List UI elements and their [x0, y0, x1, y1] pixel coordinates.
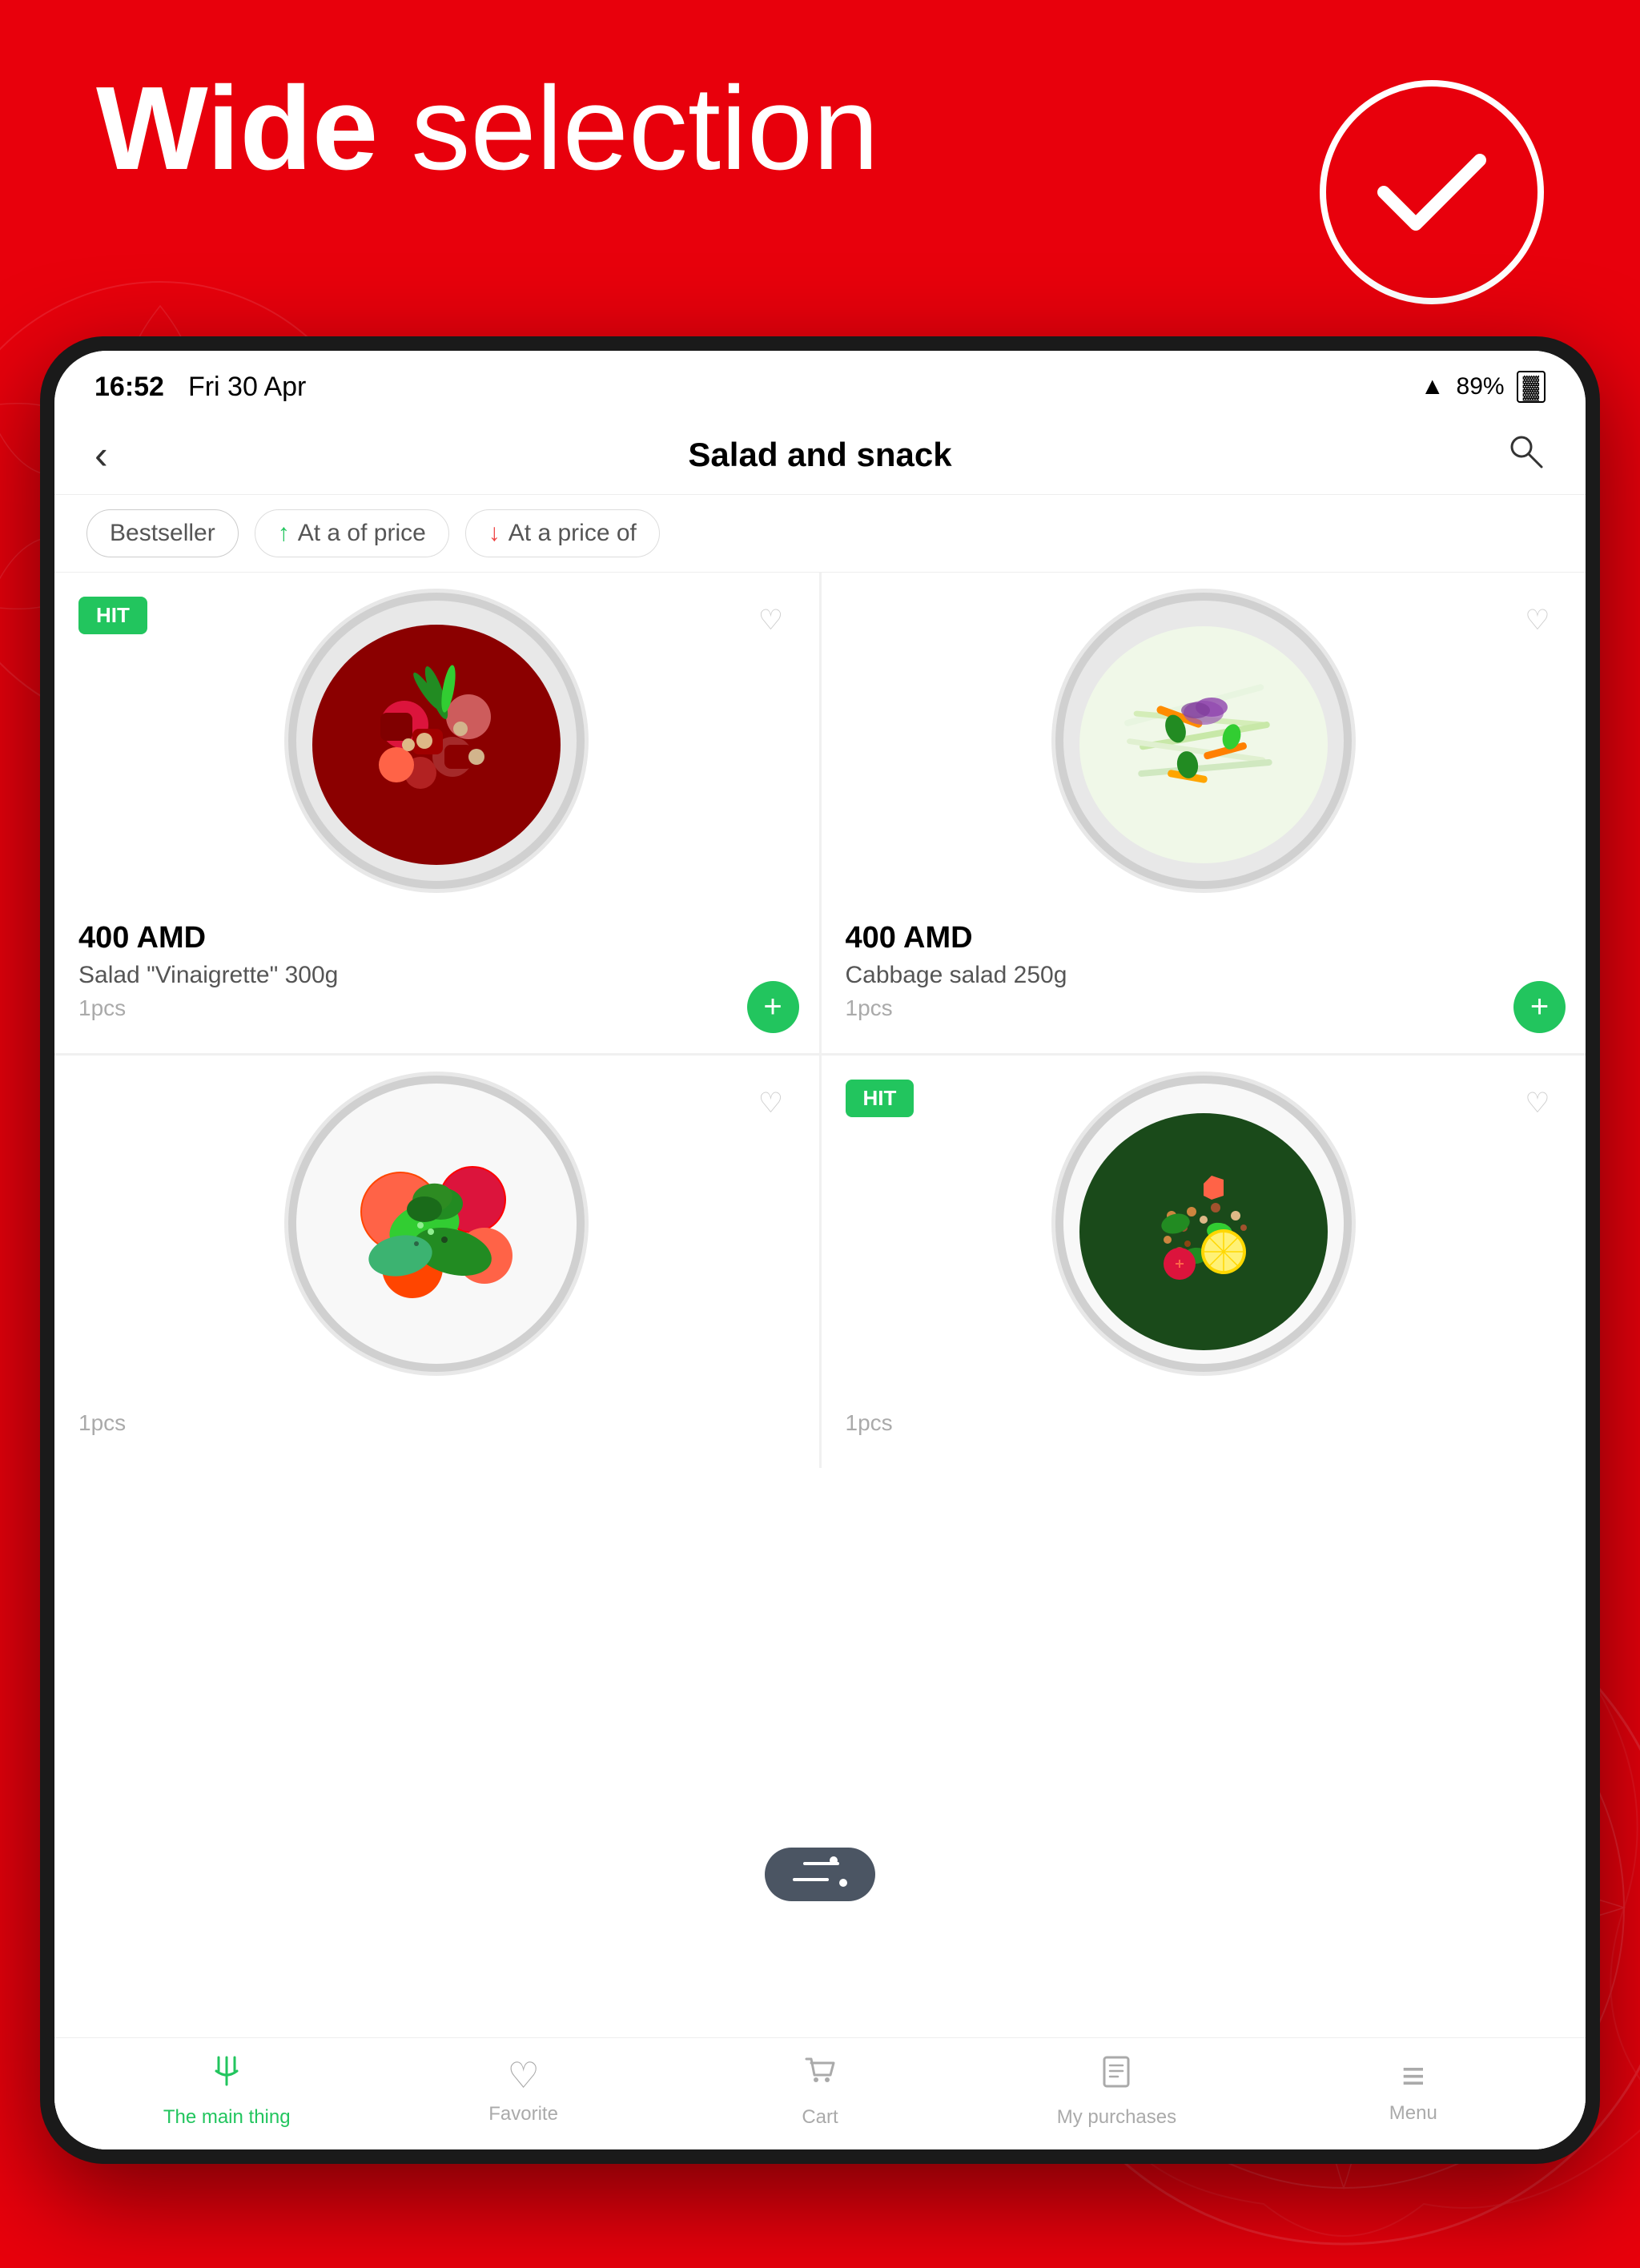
product-info: 400 AMD Salad "Vinaigrette" 300g 1pcs — [54, 909, 819, 1029]
filter-bestseller[interactable]: Bestseller — [86, 509, 239, 557]
tab-cart-label: Cart — [802, 2106, 838, 2129]
status-time: 16:52 — [94, 372, 164, 403]
page-title: Wide selection — [96, 64, 878, 195]
tab-purchases[interactable]: My purchases — [968, 2051, 1264, 2129]
filter-label: Bestseller — [110, 520, 215, 547]
filter-price-asc[interactable]: ↑ At a of price — [255, 509, 449, 557]
product-card: HIT ♡ — [822, 1056, 1586, 1468]
product-card: HIT ♡ — [54, 573, 819, 1053]
product-qty: 1pcs — [78, 1410, 795, 1436]
product-image-container: HIT ♡ — [822, 1056, 1586, 1392]
purchases-icon — [1096, 2051, 1136, 2100]
product-name: Cabbage salad 250g — [846, 962, 1562, 989]
favorite-button[interactable]: ♡ — [1509, 593, 1566, 649]
hit-badge: HIT — [846, 1080, 914, 1117]
status-bar: 16:52 Fri 30 Apr ▲ 89% ▓ — [54, 351, 1586, 415]
product-name: Salad "Vinaigrette" 300g — [78, 962, 795, 989]
product-image — [1051, 1072, 1356, 1376]
add-to-cart-button[interactable]: + — [1513, 981, 1566, 1033]
filter-bar: Bestseller ↑ At a of price ↓ At a price … — [54, 495, 1586, 573]
device-screen: 16:52 Fri 30 Apr ▲ 89% ▓ ‹ Salad and sna… — [54, 351, 1586, 2149]
product-info: 400 AMD Cabbage salad 250g 1pcs — [822, 909, 1586, 1029]
cart-icon — [800, 2051, 840, 2100]
arrow-up-icon: ↑ — [278, 520, 290, 547]
tab-purchases-label: My purchases — [1057, 2106, 1176, 2129]
navigation-bar: ‹ Salad and snack — [54, 415, 1586, 495]
product-image-container: HIT ♡ — [54, 573, 819, 909]
product-image-container: ♡ — [822, 573, 1586, 909]
tab-cart[interactable]: Cart — [672, 2051, 968, 2129]
product-price: 400 AMD — [846, 921, 1562, 955]
product-image-container: ♡ — [54, 1056, 819, 1392]
tab-menu-label: Menu — [1389, 2102, 1437, 2125]
product-image — [284, 1072, 589, 1376]
back-button[interactable]: ‹ — [94, 432, 143, 478]
product-scroll-area: HIT ♡ — [54, 573, 1586, 2037]
favorite-button[interactable]: ♡ — [743, 593, 799, 649]
tab-menu[interactable]: ≡ Menu — [1265, 2056, 1562, 2125]
product-info: 1pcs — [54, 1392, 819, 1444]
search-button[interactable] — [1497, 431, 1546, 479]
battery-icon: ▓ — [1517, 371, 1546, 403]
product-grid: HIT ♡ — [54, 573, 1586, 1468]
menu-icon: ≡ — [1401, 2056, 1425, 2096]
tab-bar: The main thing ♡ Favorite Cart — [54, 2037, 1586, 2149]
product-qty: 1pcs — [78, 995, 795, 1021]
tab-main[interactable]: The main thing — [78, 2051, 375, 2129]
product-image — [284, 589, 589, 893]
favorite-button[interactable]: ♡ — [1509, 1076, 1566, 1132]
favorite-button[interactable]: ♡ — [743, 1076, 799, 1132]
filter-label: At a price of — [508, 520, 637, 547]
tab-main-label: The main thing — [163, 2106, 291, 2129]
device-frame: 16:52 Fri 30 Apr ▲ 89% ▓ ‹ Salad and sna… — [40, 336, 1600, 2164]
arrow-down-icon: ↓ — [488, 520, 500, 547]
filter-fab-button[interactable] — [765, 1848, 875, 1901]
product-info: 1pcs — [822, 1392, 1586, 1444]
battery-percentage: 89% — [1457, 373, 1505, 400]
status-date: Fri 30 Apr — [188, 372, 306, 403]
product-image — [1051, 589, 1356, 893]
heart-icon: ♡ — [507, 2054, 539, 2097]
filter-label: At a of price — [298, 520, 426, 547]
add-to-cart-button[interactable]: + — [747, 981, 799, 1033]
screen-content: ‹ Salad and snack Bestseller ↑ At a of p… — [54, 415, 1586, 2149]
app-logo — [1320, 80, 1544, 304]
hit-badge: HIT — [78, 597, 147, 634]
wifi-icon: ▲ — [1421, 373, 1445, 400]
tab-favorite[interactable]: ♡ Favorite — [375, 2054, 671, 2125]
product-price: 400 AMD — [78, 921, 795, 955]
tab-favorite-label: Favorite — [488, 2103, 558, 2125]
product-card: ♡ — [822, 573, 1586, 1053]
filter-price-desc[interactable]: ↓ At a price of — [465, 509, 660, 557]
product-qty: 1pcs — [846, 1410, 1562, 1436]
nav-title: Salad and snack — [143, 436, 1497, 474]
product-qty: 1pcs — [846, 995, 1562, 1021]
product-card: ♡ — [54, 1056, 819, 1468]
utensils-icon — [207, 2051, 247, 2100]
